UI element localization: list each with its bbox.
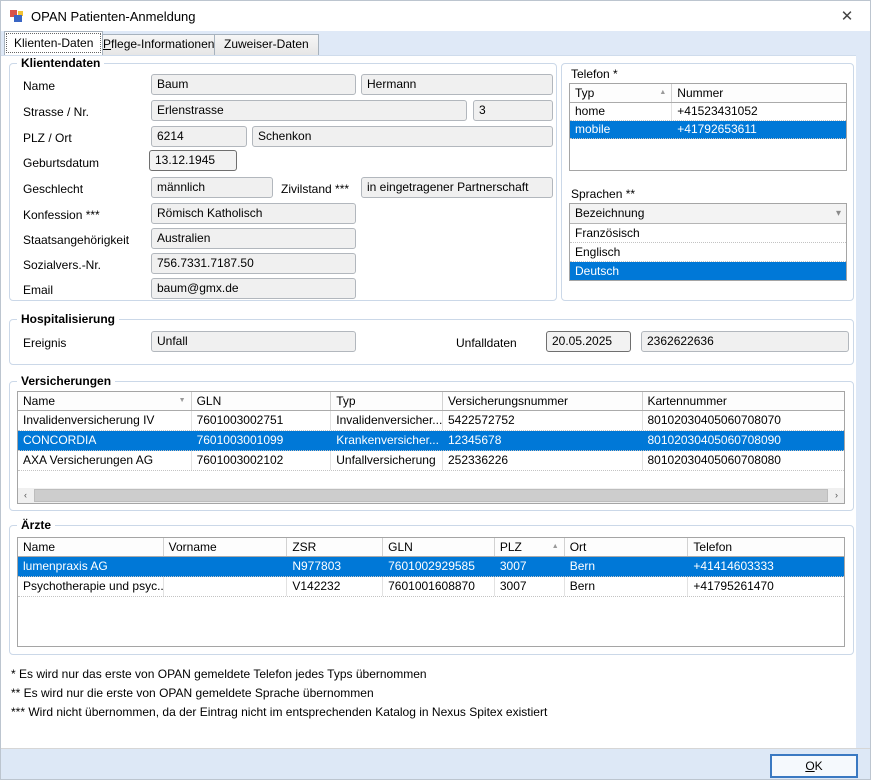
window-edge [856, 31, 871, 780]
arzt-row-selected[interactable]: lumenpraxis AG N977803 7601002929585 300… [18, 557, 844, 577]
staatsangehoerigkeit-field[interactable]: Australien [151, 228, 356, 249]
versicherung-row-selected[interactable]: CONCORDIA 7601003001099 Krankenversicher… [18, 431, 844, 451]
unfallnummer-field[interactable]: 2362622636 [641, 331, 849, 352]
versicherungen-col-kartennummer[interactable]: Kartennummer [643, 392, 845, 410]
aerzte-title: Ärzte [17, 518, 55, 532]
versicherung-row[interactable]: Invalidenversicherung IV 7601003002751 I… [18, 411, 844, 431]
chevron-down-icon: ▾ [836, 204, 841, 223]
vorname-field[interactable]: Hermann [361, 74, 553, 95]
zivilstand-field[interactable]: in eingetragener Partnerschaft [361, 177, 553, 198]
klientendaten-title: Klientendaten [17, 56, 104, 70]
staatsangehoerigkeit-label: Staatsangehörigkeit [23, 233, 129, 247]
scroll-left-icon[interactable]: ‹ [18, 488, 33, 503]
sozialvers-label: Sozialvers.-Nr. [23, 258, 101, 272]
sprachen-list: Bezeichnung ▾ Französisch Englisch Deuts… [569, 203, 847, 281]
plz-field[interactable]: 6214 [151, 126, 247, 147]
versicherung-row[interactable]: AXA Versicherungen AG 7601003002102 Unfa… [18, 451, 844, 471]
ort-field[interactable]: Schenkon [252, 126, 553, 147]
sprachen-title: Sprachen ** [571, 187, 635, 201]
sprachen-header[interactable]: Bezeichnung ▾ [570, 204, 846, 224]
telefon-header-row: Typ▲ Nummer [570, 84, 846, 103]
name-label: Name [23, 79, 55, 93]
footer-bar: OK [1, 748, 870, 780]
email-field[interactable]: baum@gmx.de [151, 278, 356, 299]
aerzte-col-plz[interactable]: PLZ▲ [495, 538, 565, 556]
geburtsdatum-field[interactable]: 13.12.1945 [149, 150, 237, 171]
arzt-row[interactable]: Psychotherapie und psyc... V142232 76010… [18, 577, 844, 597]
konfession-field[interactable]: Römisch Katholisch [151, 203, 356, 224]
sort-desc-icon: ▼ [176, 392, 186, 410]
footnote-katalog: *** Wird nicht übernommen, da der Eintra… [11, 705, 547, 719]
zivilstand-label: Zivilstand *** [281, 182, 349, 196]
geschlecht-label: Geschlecht [23, 182, 83, 196]
hospitalisierung-title: Hospitalisierung [17, 312, 119, 326]
footnote-sprache: ** Es wird nur die erste von OPAN gemeld… [11, 686, 374, 700]
aerzte-col-ort[interactable]: Ort [565, 538, 689, 556]
versicherungen-title: Versicherungen [17, 374, 115, 388]
aerzte-col-telefon[interactable]: Telefon [688, 538, 844, 556]
hausnummer-field[interactable]: 3 [473, 100, 553, 121]
ereignis-field[interactable]: Unfall [151, 331, 356, 352]
telefon-col-typ[interactable]: Typ▲ [570, 84, 672, 102]
telefon-table: Typ▲ Nummer home +41523431052 mobile +41… [569, 83, 847, 171]
versicherungen-col-gln[interactable]: GLN [192, 392, 332, 410]
ok-button[interactable]: OK [770, 754, 858, 778]
telefon-title: Telefon * [571, 67, 618, 81]
geschlecht-field[interactable]: männlich [151, 177, 273, 198]
telefon-col-nummer[interactable]: Nummer [672, 84, 846, 102]
unfalldatum-field[interactable]: 20.05.2025 [546, 331, 631, 352]
telefon-row-selected[interactable]: mobile +41792653611 [570, 121, 846, 139]
sort-asc-icon: ▲ [656, 84, 666, 102]
telefon-row[interactable]: home +41523431052 [570, 103, 846, 121]
strasse-label: Strasse / Nr. [23, 105, 89, 119]
unfalldaten-label: Unfalldaten [456, 336, 517, 350]
app-icon [9, 8, 25, 24]
plz-ort-label: PLZ / Ort [23, 131, 72, 145]
scroll-right-icon[interactable]: › [829, 488, 844, 503]
tab-strip: Klienten-Daten Pflege-Informationen Zuwe… [1, 31, 870, 56]
tab-klienten-daten[interactable]: Klienten-Daten [4, 31, 103, 55]
tab-pflege-informationen[interactable]: Pflege-Informationen [93, 34, 224, 55]
sprache-item-selected[interactable]: Deutsch [570, 262, 846, 281]
aerzte-col-zsr[interactable]: ZSR [287, 538, 383, 556]
versicherungen-col-versicherungsnummer[interactable]: Versicherungsnummer [443, 392, 643, 410]
email-label: Email [23, 283, 53, 297]
geburtsdatum-label: Geburtsdatum [23, 156, 99, 170]
versicherungen-header-row: Name▼ GLN Typ Versicherungsnummer Karten… [18, 392, 844, 411]
opan-dialog: OPAN Patienten-Anmeldung ✕ Klienten-Date… [0, 0, 871, 780]
aerzte-table: Name Vorname ZSR GLN PLZ▲ Ort Telefon lu… [17, 537, 845, 647]
aerzte-header-row: Name Vorname ZSR GLN PLZ▲ Ort Telefon [18, 538, 844, 557]
sozialvers-field[interactable]: 756.7331.7187.50 [151, 253, 356, 274]
window-title: OPAN Patienten-Anmeldung [31, 9, 196, 24]
strasse-field[interactable]: Erlenstrasse [151, 100, 467, 121]
versicherungen-hscrollbar[interactable]: ‹ › [18, 488, 844, 503]
aerzte-col-vorname[interactable]: Vorname [164, 538, 288, 556]
footnote-telefon: * Es wird nur das erste von OPAN gemelde… [11, 667, 427, 681]
tab-zuweiser-daten[interactable]: Zuweiser-Daten [214, 34, 319, 55]
ereignis-label: Ereignis [23, 336, 66, 350]
scrollbar-thumb[interactable] [34, 489, 828, 502]
sprache-item[interactable]: Französisch [570, 224, 846, 243]
title-bar: OPAN Patienten-Anmeldung ✕ [1, 1, 870, 31]
versicherungen-col-name[interactable]: Name▼ [18, 392, 192, 410]
aerzte-col-gln[interactable]: GLN [383, 538, 495, 556]
konfession-label: Konfession *** [23, 208, 100, 222]
sprache-item[interactable]: Englisch [570, 243, 846, 262]
versicherungen-col-typ[interactable]: Typ [331, 392, 443, 410]
close-icon[interactable]: ✕ [836, 6, 858, 28]
aerzte-col-name[interactable]: Name [18, 538, 164, 556]
nachname-field[interactable]: Baum [151, 74, 356, 95]
sort-asc-icon: ▲ [549, 538, 559, 556]
